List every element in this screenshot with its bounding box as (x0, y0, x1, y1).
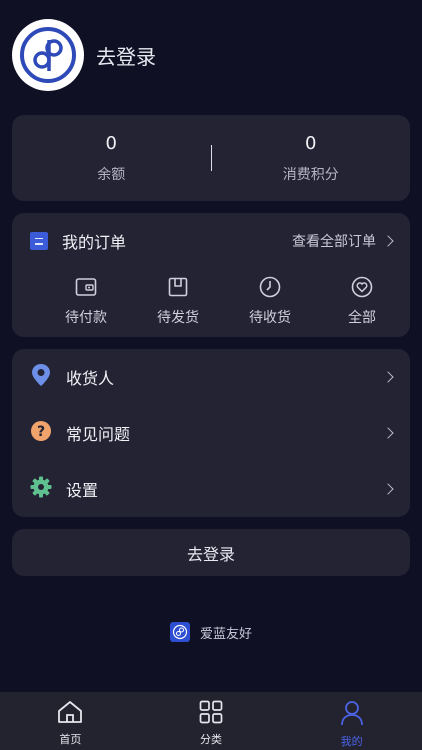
chevron-right-icon (382, 371, 394, 383)
orders-title: 我的订单 (62, 233, 127, 252)
points-label: 消费积分 (282, 166, 339, 183)
chevron-right-icon (382, 427, 394, 439)
orders-header: 我的订单 查看全部订单 (30, 229, 394, 253)
settings-menu-card: 收货人 ? 常见问题 设置 (12, 349, 410, 517)
login-link[interactable]: 去登录 (96, 41, 156, 70)
balance-stat[interactable]: 0 余额 (12, 133, 211, 184)
brand-logo-icon (20, 27, 76, 83)
tab-label: 我的 (340, 735, 363, 748)
user-icon (340, 700, 364, 730)
view-all-orders-label: 查看全部订单 (292, 234, 376, 250)
order-status-pending-receipt[interactable]: 待收货 (224, 275, 316, 327)
orders-list-icon (30, 232, 48, 250)
question-icon: ? (30, 420, 52, 446)
category-grid-icon (199, 700, 223, 728)
svg-text:?: ? (37, 424, 45, 440)
tab-label: 分类 (200, 733, 222, 746)
points-value: 0 (305, 132, 317, 154)
tab-label: 首页 (59, 733, 82, 746)
order-status-all[interactable]: 全部 (316, 275, 408, 327)
order-status-row: 待付款 待发货 待收货 全部 (12, 275, 410, 327)
balance-label: 余额 (97, 166, 126, 183)
bottom-tab-bar: 首页 分类 我的 (0, 692, 422, 750)
brand-name: 爱蓝友好 (199, 626, 252, 642)
menu-item-label: 常见问题 (66, 425, 131, 444)
order-status-pending-payment[interactable]: 待付款 (40, 275, 132, 327)
order-status-label: 待付款 (65, 310, 107, 326)
tab-category[interactable]: 分类 (141, 692, 282, 750)
order-status-label: 全部 (348, 310, 376, 326)
chevron-right-icon (382, 235, 394, 247)
order-status-pending-shipment[interactable]: 待发货 (132, 275, 224, 327)
menu-item-faq[interactable]: ? 常见问题 (30, 419, 394, 447)
view-all-orders-link[interactable]: 查看全部订单 (292, 231, 394, 251)
login-button[interactable]: 去登录 (12, 529, 410, 576)
home-icon (57, 700, 83, 728)
account-stats-card: 0 余额 0 消费积分 (12, 115, 410, 201)
location-pin-icon (30, 363, 52, 391)
brand-footer: 爱蓝友好 (0, 622, 422, 642)
package-icon (166, 275, 190, 299)
wallet-icon (74, 275, 98, 299)
clock-icon (258, 275, 282, 299)
balance-value: 0 (105, 132, 117, 154)
menu-item-settings[interactable]: 设置 (30, 475, 394, 503)
order-status-label: 待收货 (249, 310, 291, 326)
points-stat[interactable]: 0 消费积分 (212, 133, 411, 184)
order-status-label: 待发货 (157, 310, 199, 326)
tab-mine[interactable]: 我的 (281, 692, 422, 750)
brand-logo-icon (169, 622, 190, 642)
tab-home[interactable]: 首页 (0, 692, 141, 750)
orders-card: 我的订单 查看全部订单 待付款 待发货 待收货 全部 (12, 213, 410, 337)
heart-icon (350, 275, 374, 299)
gear-icon (30, 476, 52, 502)
avatar[interactable] (12, 19, 84, 91)
profile-header[interactable]: 去登录 (12, 18, 412, 92)
menu-item-label: 收货人 (66, 369, 115, 388)
menu-item-consignee[interactable]: 收货人 (30, 363, 394, 391)
menu-item-label: 设置 (66, 481, 99, 500)
chevron-right-icon (382, 483, 394, 495)
